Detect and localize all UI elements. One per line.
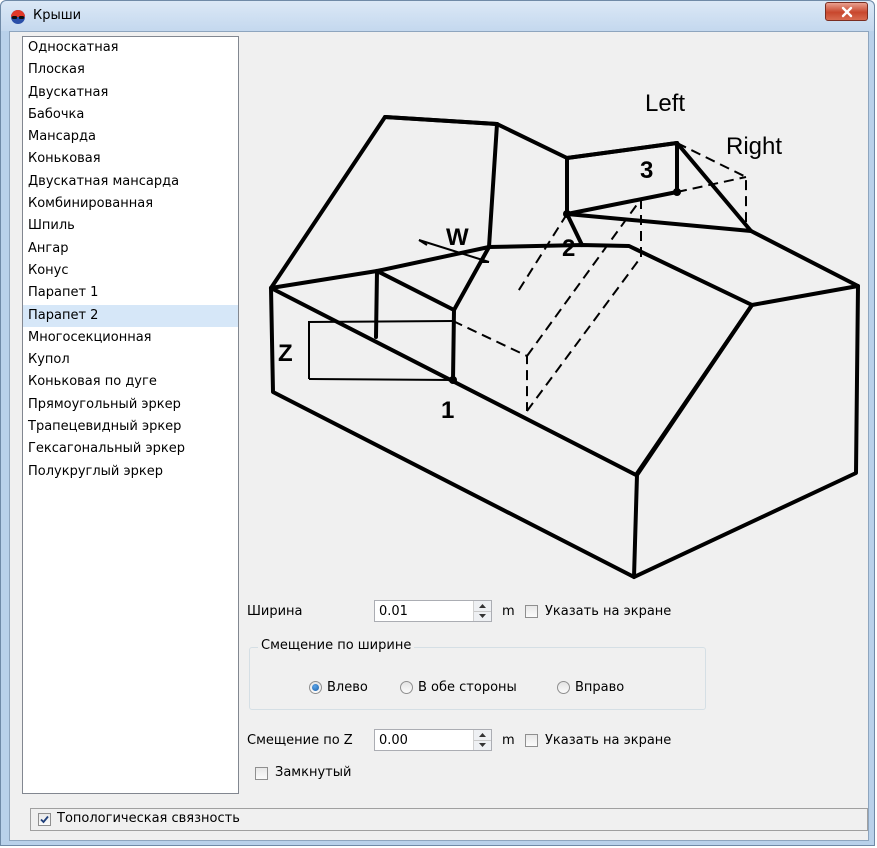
list-item[interactable]: Конус <box>23 260 238 282</box>
list-item[interactable]: Многосекционная <box>23 327 238 349</box>
width-offset-group <box>249 647 706 710</box>
list-item[interactable]: Трапецевидный эркер <box>23 416 238 438</box>
list-item[interactable]: Ангар <box>23 238 238 260</box>
parapet-roof-diagram: Left Right W Z 1 2 3 <box>269 90 860 579</box>
closed-label: Замкнутый <box>275 765 352 780</box>
list-item[interactable]: Двускатная мансарда <box>23 171 238 193</box>
offset-both-radio[interactable] <box>400 681 413 694</box>
width-pick-on-screen-checkbox[interactable] <box>525 605 538 618</box>
width-offset-group-title: Смещение по ширине <box>258 638 415 653</box>
list-item[interactable]: Комбинированная <box>23 193 238 215</box>
list-item[interactable]: Шпиль <box>23 215 238 237</box>
list-item[interactable]: Полукруглый эркер <box>23 461 238 483</box>
close-icon <box>841 6 852 17</box>
list-item[interactable]: Плоская <box>23 59 238 81</box>
offset-right-label: Вправо <box>575 680 625 695</box>
list-item[interactable]: Купол <box>23 349 238 371</box>
width-pick-on-screen-label: Указать на экране <box>545 604 672 619</box>
checkmark-icon <box>40 815 49 824</box>
offset-right-radio[interactable] <box>557 681 570 694</box>
point-1-marker <box>449 376 457 384</box>
list-item[interactable]: Коньковая по дуге <box>23 371 238 393</box>
width-label: Ширина <box>247 604 303 619</box>
topology-label: Топологическая связность <box>57 811 240 826</box>
list-item[interactable]: Парапет 1 <box>23 282 238 304</box>
colored-glasses-icon <box>11 10 25 24</box>
label-point-3: 3 <box>640 157 653 184</box>
down-arrow-icon <box>479 743 486 747</box>
z-spin-buttons <box>473 730 491 750</box>
z-offset-label: Смещение по Z <box>247 733 353 748</box>
closed-checkbox[interactable] <box>255 767 268 780</box>
radio-selected-dot <box>312 684 319 691</box>
label-left: Left <box>645 90 685 117</box>
z-offset-spinbox[interactable]: 0.00 <box>374 729 492 751</box>
width-spin-down-button[interactable] <box>474 611 491 621</box>
list-item[interactable]: Бабочка <box>23 104 238 126</box>
list-item[interactable]: Двускатная <box>23 82 238 104</box>
list-item[interactable]: Прямоугольный эркер <box>23 394 238 416</box>
point-2-marker <box>563 210 571 218</box>
down-arrow-icon <box>479 614 486 618</box>
list-item[interactable]: Односкатная <box>23 37 238 59</box>
z-spin-down-button[interactable] <box>474 740 491 750</box>
list-item[interactable]: Парапет 2 <box>23 304 238 327</box>
width-unit: m <box>502 604 515 619</box>
offset-both-label: В обе стороны <box>418 680 517 695</box>
z-offset-value[interactable]: 0.00 <box>379 733 408 748</box>
point-3-marker <box>673 188 681 196</box>
label-point-1: 1 <box>441 397 454 424</box>
label-z: Z <box>278 340 293 367</box>
up-arrow-icon <box>479 733 486 737</box>
label-w: W <box>446 224 469 251</box>
label-point-2: 2 <box>562 235 575 262</box>
z-pick-on-screen-checkbox[interactable] <box>525 734 538 747</box>
roof-type-list[interactable]: Односкатная Плоская Двускатная Бабочка М… <box>22 36 239 794</box>
width-value[interactable]: 0.01 <box>379 604 408 619</box>
z-offset-unit: m <box>502 733 515 748</box>
window-title: Крыши <box>33 8 82 23</box>
width-spin-buttons <box>473 601 491 621</box>
title-bar: Крыши <box>1 1 874 31</box>
list-item[interactable]: Мансарда <box>23 126 238 148</box>
up-arrow-icon <box>479 604 486 608</box>
offset-left-radio[interactable] <box>309 681 322 694</box>
close-button[interactable] <box>825 2 868 21</box>
list-item[interactable]: Коньковая <box>23 148 238 170</box>
z-pick-on-screen-label: Указать на экране <box>545 733 672 748</box>
topology-checkbox[interactable] <box>38 813 51 826</box>
width-spinbox[interactable]: 0.01 <box>374 600 492 622</box>
list-item[interactable]: Гексагональный эркер <box>23 438 238 460</box>
label-right: Right <box>726 133 782 160</box>
offset-left-label: Влево <box>327 680 368 695</box>
